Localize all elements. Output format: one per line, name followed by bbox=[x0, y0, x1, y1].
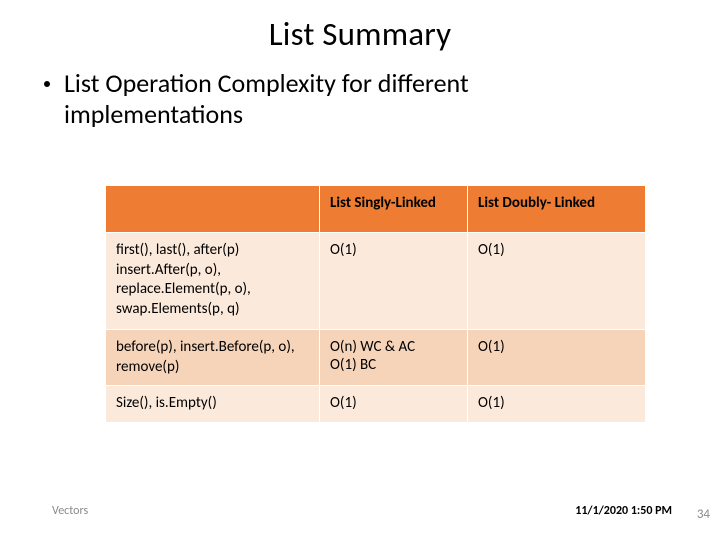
table-row: before(p), insert.Before(p, o), remove(p… bbox=[106, 330, 646, 386]
cell-singly: O(1) bbox=[320, 233, 468, 330]
bullet-list: List Operation Complexity for different … bbox=[44, 68, 720, 129]
header-blank bbox=[106, 186, 320, 233]
cell-ops: before(p), insert.Before(p, o), remove(p… bbox=[106, 330, 320, 386]
cell-doubly: O(1) bbox=[468, 330, 646, 386]
footer-timestamp: 11/1/2020 1:50 PM bbox=[575, 504, 672, 518]
table-row: first(), last(), after(p) insert.After(p… bbox=[106, 233, 646, 330]
table-row: Size(), is.Empty()O(1)O(1) bbox=[106, 386, 646, 423]
cell-singly: O(n) WC & AC O(1) BC bbox=[320, 330, 468, 386]
header-doubly: List Doubly- Linked bbox=[468, 186, 646, 233]
cell-doubly: O(1) bbox=[468, 233, 646, 330]
header-singly: List Singly-Linked bbox=[320, 186, 468, 233]
slide-title: List Summary bbox=[0, 0, 720, 54]
bullet-text: List Operation Complexity for different … bbox=[64, 68, 624, 129]
bullet-item: List Operation Complexity for different … bbox=[44, 68, 720, 129]
cell-ops: first(), last(), after(p) insert.After(p… bbox=[106, 233, 320, 330]
bullet-dot-icon bbox=[44, 81, 50, 87]
complexity-table: List Singly-Linked List Doubly- Linked f… bbox=[105, 185, 646, 423]
cell-singly: O(1) bbox=[320, 386, 468, 423]
page-number: 34 bbox=[697, 507, 710, 522]
table-header-row: List Singly-Linked List Doubly- Linked bbox=[106, 186, 646, 233]
cell-ops: Size(), is.Empty() bbox=[106, 386, 320, 423]
cell-doubly: O(1) bbox=[468, 386, 646, 423]
footer-left: Vectors bbox=[52, 504, 88, 518]
table-body: first(), last(), after(p) insert.After(p… bbox=[106, 233, 646, 423]
slide: List Summary List Operation Complexity f… bbox=[0, 0, 720, 540]
